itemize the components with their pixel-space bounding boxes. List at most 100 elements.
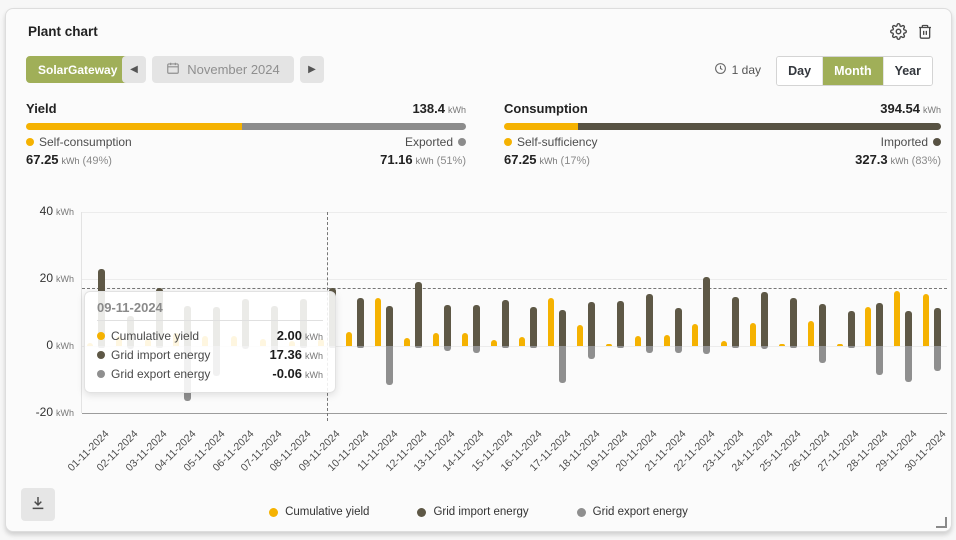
resize-handle-icon[interactable] — [936, 517, 947, 528]
period-picker-button[interactable]: November 2024 — [152, 56, 294, 83]
delete-trash-icon[interactable] — [917, 23, 933, 40]
bar-yield[interactable] — [779, 344, 785, 346]
bar-export[interactable] — [761, 346, 768, 349]
bar-yield[interactable] — [635, 336, 641, 346]
bar-yield[interactable] — [923, 294, 929, 346]
yield-progress-bar — [26, 123, 466, 130]
bar-export[interactable] — [530, 346, 537, 348]
consumption-total: 394.54kWh — [880, 101, 941, 116]
bar-export[interactable] — [646, 346, 653, 353]
bar-yield[interactable] — [462, 333, 468, 346]
tab-year[interactable]: Year — [883, 57, 932, 85]
bar-export[interactable] — [934, 346, 941, 371]
bar-export[interactable] — [790, 346, 797, 348]
bar-import[interactable] — [530, 307, 537, 346]
bar-yield[interactable] — [692, 324, 698, 346]
consumption-progress-bar — [504, 123, 941, 130]
exported-value: 71.16kWh(51%) — [380, 152, 466, 167]
tooltip-row-import: Grid import energy 17.36kWh — [97, 345, 323, 364]
bar-export[interactable] — [617, 346, 624, 348]
bar-export[interactable] — [905, 346, 912, 382]
bar-export[interactable] — [675, 346, 682, 353]
bar-yield[interactable] — [375, 298, 381, 346]
bar-yield[interactable] — [837, 344, 843, 346]
bar-yield[interactable] — [894, 291, 900, 346]
bar-export[interactable] — [819, 346, 826, 363]
bar-import[interactable] — [905, 311, 912, 346]
bar-yield[interactable] — [664, 335, 670, 346]
bar-import[interactable] — [588, 302, 595, 346]
y-tick-label: -20kWh — [8, 405, 74, 419]
imported-value: 327.3kWh(83%) — [855, 152, 941, 167]
gridline — [82, 413, 947, 414]
tooltip-row-export: Grid export energy -0.06kWh — [97, 364, 323, 383]
tab-day[interactable]: Day — [777, 57, 822, 85]
settings-gear-icon[interactable] — [890, 23, 907, 40]
bar-yield[interactable] — [721, 341, 727, 346]
bar-import[interactable] — [934, 308, 941, 346]
bar-import[interactable] — [617, 301, 624, 346]
consumption-summary: Consumption 394.54kWh Self-sufficiency I… — [504, 101, 941, 167]
bar-import[interactable] — [473, 305, 480, 346]
self-consumption-label: Self-consumption — [26, 135, 132, 149]
bar-export[interactable] — [703, 346, 710, 354]
bar-yield[interactable] — [548, 298, 554, 346]
bar-import[interactable] — [502, 300, 509, 346]
bar-yield[interactable] — [346, 332, 352, 346]
gateway-button[interactable]: SolarGateway — [26, 56, 129, 83]
bar-export[interactable] — [444, 346, 451, 351]
bar-import[interactable] — [444, 305, 451, 346]
bar-import[interactable] — [559, 310, 566, 346]
gray-dot-icon — [97, 370, 105, 378]
bar-import[interactable] — [761, 292, 768, 346]
tab-month[interactable]: Month — [822, 57, 882, 85]
bar-export[interactable] — [502, 346, 509, 348]
bar-import[interactable] — [848, 311, 855, 346]
bar-import[interactable] — [646, 294, 653, 346]
chart-tooltip: 09-11-2024 Cumulative yield 2.00kWh Grid… — [84, 291, 336, 393]
previous-period-button[interactable]: ◀ — [122, 56, 146, 83]
legend-grid-import[interactable]: Grid import energy — [417, 506, 528, 518]
yellow-dot-icon — [26, 138, 34, 146]
legend-grid-export[interactable]: Grid export energy — [577, 506, 688, 518]
interval-indicator: 1 day — [714, 62, 761, 78]
bar-export[interactable] — [848, 346, 855, 348]
yellow-dot-icon — [269, 508, 278, 517]
bar-import[interactable] — [876, 303, 883, 346]
bar-export[interactable] — [386, 346, 393, 385]
bar-yield[interactable] — [491, 340, 497, 346]
bar-import[interactable] — [790, 298, 797, 346]
bar-yield[interactable] — [750, 323, 756, 346]
imported-label: Imported — [881, 135, 941, 149]
bar-export[interactable] — [732, 346, 739, 348]
chart-legend: Cumulative yield Grid import energy Grid… — [6, 506, 951, 518]
bar-import[interactable] — [819, 304, 826, 346]
tooltip-date: 09-11-2024 — [97, 300, 323, 315]
bar-import[interactable] — [415, 282, 422, 346]
bar-export[interactable] — [357, 346, 364, 348]
download-button[interactable] — [21, 488, 55, 521]
calendar-icon — [166, 61, 180, 78]
bar-yield[interactable] — [606, 344, 612, 346]
gridline — [82, 279, 947, 280]
bar-import[interactable] — [675, 308, 682, 346]
bar-export[interactable] — [415, 346, 422, 348]
bar-export[interactable] — [559, 346, 566, 383]
bar-export[interactable] — [473, 346, 480, 353]
bar-yield[interactable] — [433, 333, 439, 346]
bar-export[interactable] — [876, 346, 883, 375]
bar-yield[interactable] — [519, 337, 525, 346]
bar-yield[interactable] — [808, 321, 814, 346]
yellow-dot-icon — [97, 332, 105, 340]
bar-export[interactable] — [588, 346, 595, 359]
bar-import[interactable] — [703, 277, 710, 346]
bar-yield[interactable] — [865, 307, 871, 346]
next-period-button[interactable]: ▶ — [300, 56, 324, 83]
bar-import[interactable] — [357, 298, 364, 346]
bar-import[interactable] — [732, 297, 739, 346]
bar-yield[interactable] — [577, 325, 583, 346]
bar-import[interactable] — [386, 306, 393, 346]
bar-yield[interactable] — [404, 338, 410, 346]
legend-cumulative-yield[interactable]: Cumulative yield — [269, 506, 369, 518]
download-icon — [30, 495, 46, 514]
